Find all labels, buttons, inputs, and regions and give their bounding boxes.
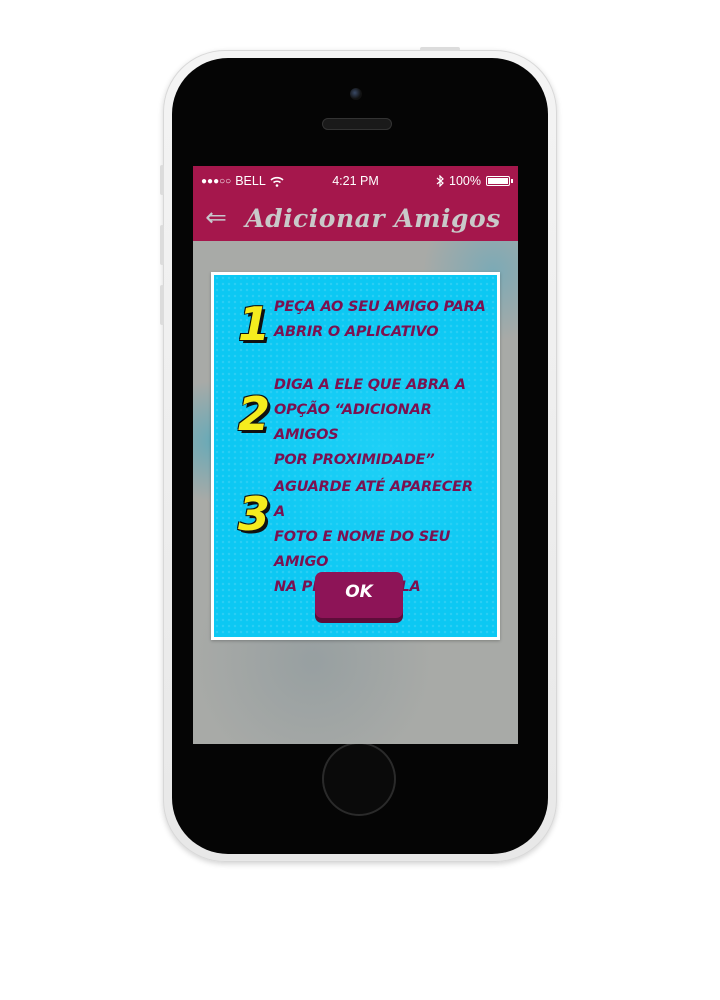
step-number: 3 xyxy=(237,487,270,541)
front-camera xyxy=(350,88,362,100)
volume-down-button xyxy=(160,285,164,325)
earpiece-speaker xyxy=(322,118,392,130)
battery-percent: 100% xyxy=(449,174,481,188)
back-arrow-icon[interactable]: ⇐ xyxy=(201,204,231,234)
instructions-dialog: 1 PEÇA AO SEU AMIGO PARA ABRIR O APLICAT… xyxy=(211,272,500,640)
ok-button[interactable]: OK xyxy=(315,572,403,618)
status-right: 100% xyxy=(436,174,513,188)
mute-switch xyxy=(160,165,164,195)
status-bar: ●●●○○ BELL 4:21 PM 100% xyxy=(193,166,518,196)
step-number: 1 xyxy=(237,297,270,351)
bluetooth-icon xyxy=(436,175,444,187)
page-title: Adicionar Amigos xyxy=(245,204,501,233)
step-number: 2 xyxy=(237,387,270,441)
volume-up-button xyxy=(160,225,164,265)
navigation-bar: ⇐ Adicionar Amigos xyxy=(193,196,518,241)
battery-icon xyxy=(486,176,513,186)
step-text: DIGA A ELE QUE ABRA A OPÇÃO “ADICIONAR A… xyxy=(274,377,466,468)
home-button[interactable] xyxy=(322,742,396,816)
step-text: PEÇA AO SEU AMIGO PARA ABRIR O APLICATIV… xyxy=(274,299,486,340)
power-button xyxy=(420,47,460,51)
battery-fill xyxy=(488,178,508,184)
